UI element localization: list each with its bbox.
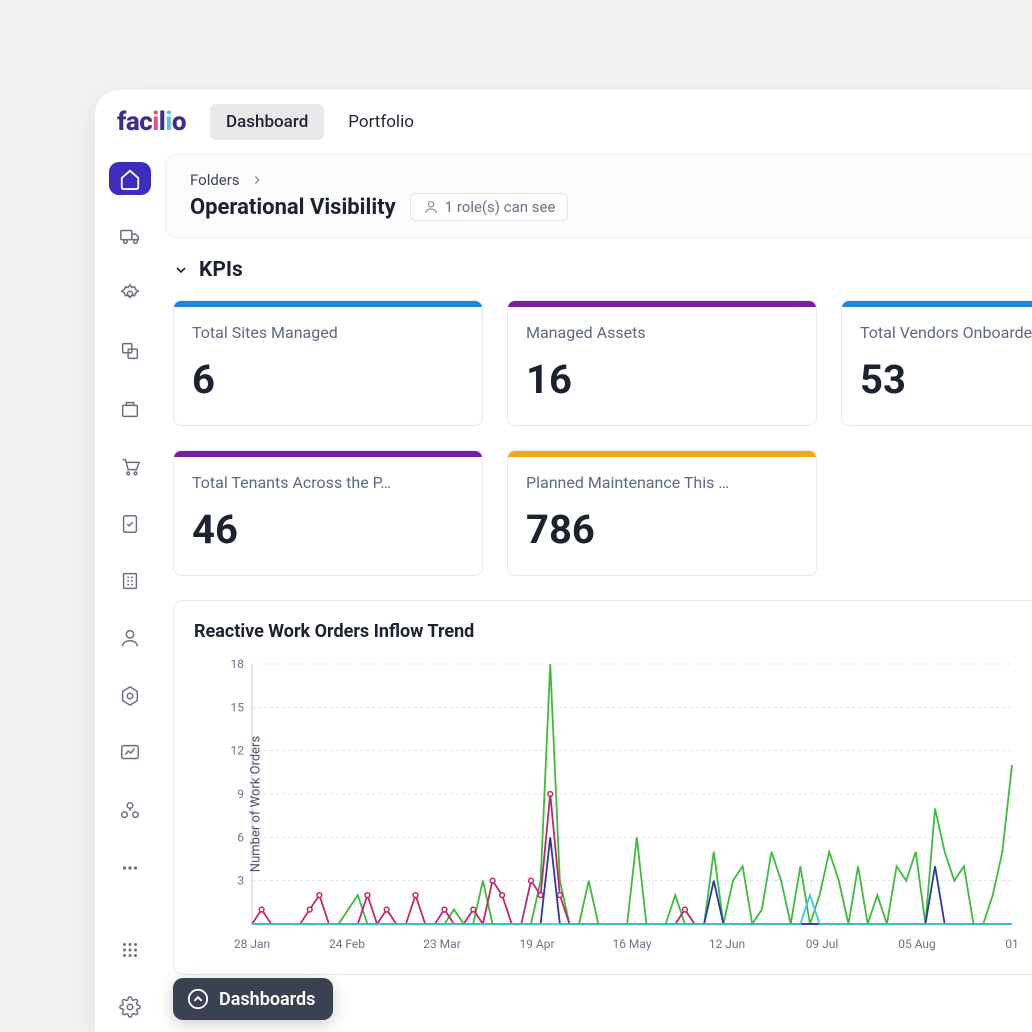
kpi-card[interactable]: Total Sites Managed 6 <box>173 300 483 426</box>
svg-text:01: 01 <box>1005 937 1019 951</box>
grid-icon <box>119 939 141 961</box>
tab-dashboard[interactable]: Dashboard <box>210 104 324 140</box>
building-icon <box>119 570 141 592</box>
cart-icon <box>119 455 141 477</box>
dashboards-fab-label: Dashboards <box>219 989 315 1010</box>
chart-y-axis-label: Number of Work Orders <box>249 736 264 872</box>
analytics-icon <box>119 742 141 764</box>
stack-icon <box>119 340 141 362</box>
page-title: Operational Visibility <box>190 195 396 220</box>
hex-icon <box>119 685 141 707</box>
gear-icon <box>119 996 141 1018</box>
svg-text:15: 15 <box>231 700 245 714</box>
svg-text:6: 6 <box>237 830 244 844</box>
brand-logo: facilio <box>117 107 186 137</box>
sidebar-workorders[interactable] <box>109 334 151 367</box>
sidebar-more[interactable] <box>109 852 151 885</box>
kpi-card[interactable]: Planned Maintenance This … 786 <box>507 450 817 576</box>
dots-horizontal-icon <box>119 857 141 879</box>
svg-text:05 Aug: 05 Aug <box>898 937 936 951</box>
svg-text:19 Apr: 19 Apr <box>519 937 554 951</box>
person-icon <box>423 199 439 215</box>
svg-text:12 Jun: 12 Jun <box>709 937 745 951</box>
sidebar-settings[interactable] <box>109 991 151 1024</box>
kpi-card[interactable]: Total Tenants Across the P… 46 <box>173 450 483 576</box>
user-icon <box>119 627 141 649</box>
kpis-title: KPIs <box>199 258 243 282</box>
kpi-label: Total Sites Managed <box>192 323 464 342</box>
sidebar-org[interactable] <box>109 794 151 827</box>
truck-icon <box>119 225 141 247</box>
sidebar-cart[interactable] <box>109 449 151 482</box>
svg-text:23 Mar: 23 Mar <box>423 937 461 951</box>
roles-badge-label: 1 role(s) can see <box>445 198 556 216</box>
box-icon <box>119 398 141 420</box>
sidebar-module[interactable] <box>109 679 151 712</box>
svg-text:24 Feb: 24 Feb <box>329 937 365 951</box>
breadcrumb[interactable]: Folders <box>190 171 1008 189</box>
kpi-card[interactable]: Managed Assets 16 <box>507 300 817 426</box>
svg-text:16 May: 16 May <box>612 937 651 951</box>
roles-badge[interactable]: 1 role(s) can see <box>410 193 569 221</box>
kpi-label: Managed Assets <box>526 323 798 342</box>
gear-outline-icon <box>119 283 141 305</box>
svg-text:09 Jul: 09 Jul <box>806 937 839 951</box>
kpi-card[interactable]: Total Vendors Onboarded 53 <box>841 300 1032 426</box>
sidebar-home[interactable] <box>109 162 151 195</box>
kpis-section-header[interactable]: KPIs <box>173 258 1032 282</box>
document-check-icon <box>119 513 141 535</box>
svg-text:18: 18 <box>231 657 245 671</box>
chart-title: Reactive Work Orders Inflow Trend <box>194 621 1032 642</box>
chevron-right-icon <box>250 173 264 187</box>
people-icon <box>119 800 141 822</box>
sidebar-analytics[interactable] <box>109 737 151 770</box>
kpi-value: 6 <box>192 356 464 403</box>
chart-card: Reactive Work Orders Inflow Trend Number… <box>173 600 1032 975</box>
kpi-label: Total Tenants Across the P… <box>192 473 464 492</box>
kpi-value: 16 <box>526 356 798 403</box>
sidebar-apps[interactable] <box>109 933 151 966</box>
sidebar-buildings[interactable] <box>109 564 151 597</box>
svg-text:12: 12 <box>231 744 245 758</box>
sidebar-delivery[interactable] <box>109 219 151 252</box>
sidebar-reports[interactable] <box>109 507 151 540</box>
sidebar-inventory[interactable] <box>109 392 151 425</box>
kpi-value: 46 <box>192 506 464 553</box>
chart-plot-area: 3 6 9 12 15 18 28 Jan 24 Feb 23 Mar 19 Apr 16 May 1… <box>182 654 1022 954</box>
home-icon <box>119 168 141 190</box>
kpi-label: Planned Maintenance This … <box>526 473 798 492</box>
sidebar-user[interactable] <box>109 622 151 655</box>
kpi-value: 786 <box>526 506 798 553</box>
chevron-up-circle-icon <box>187 988 209 1010</box>
sidebar-settings-alt[interactable] <box>109 277 151 310</box>
tab-portfolio[interactable]: Portfolio <box>332 104 430 140</box>
kpi-value: 53 <box>860 356 1032 403</box>
breadcrumb-parent[interactable]: Folders <box>190 171 240 189</box>
dashboards-fab[interactable]: Dashboards <box>173 978 333 1020</box>
chevron-down-icon <box>173 262 189 278</box>
svg-text:3: 3 <box>237 874 244 888</box>
svg-text:28 Jan: 28 Jan <box>234 937 270 951</box>
svg-text:9: 9 <box>237 787 244 801</box>
kpi-label: Total Vendors Onboarded <box>860 323 1032 342</box>
